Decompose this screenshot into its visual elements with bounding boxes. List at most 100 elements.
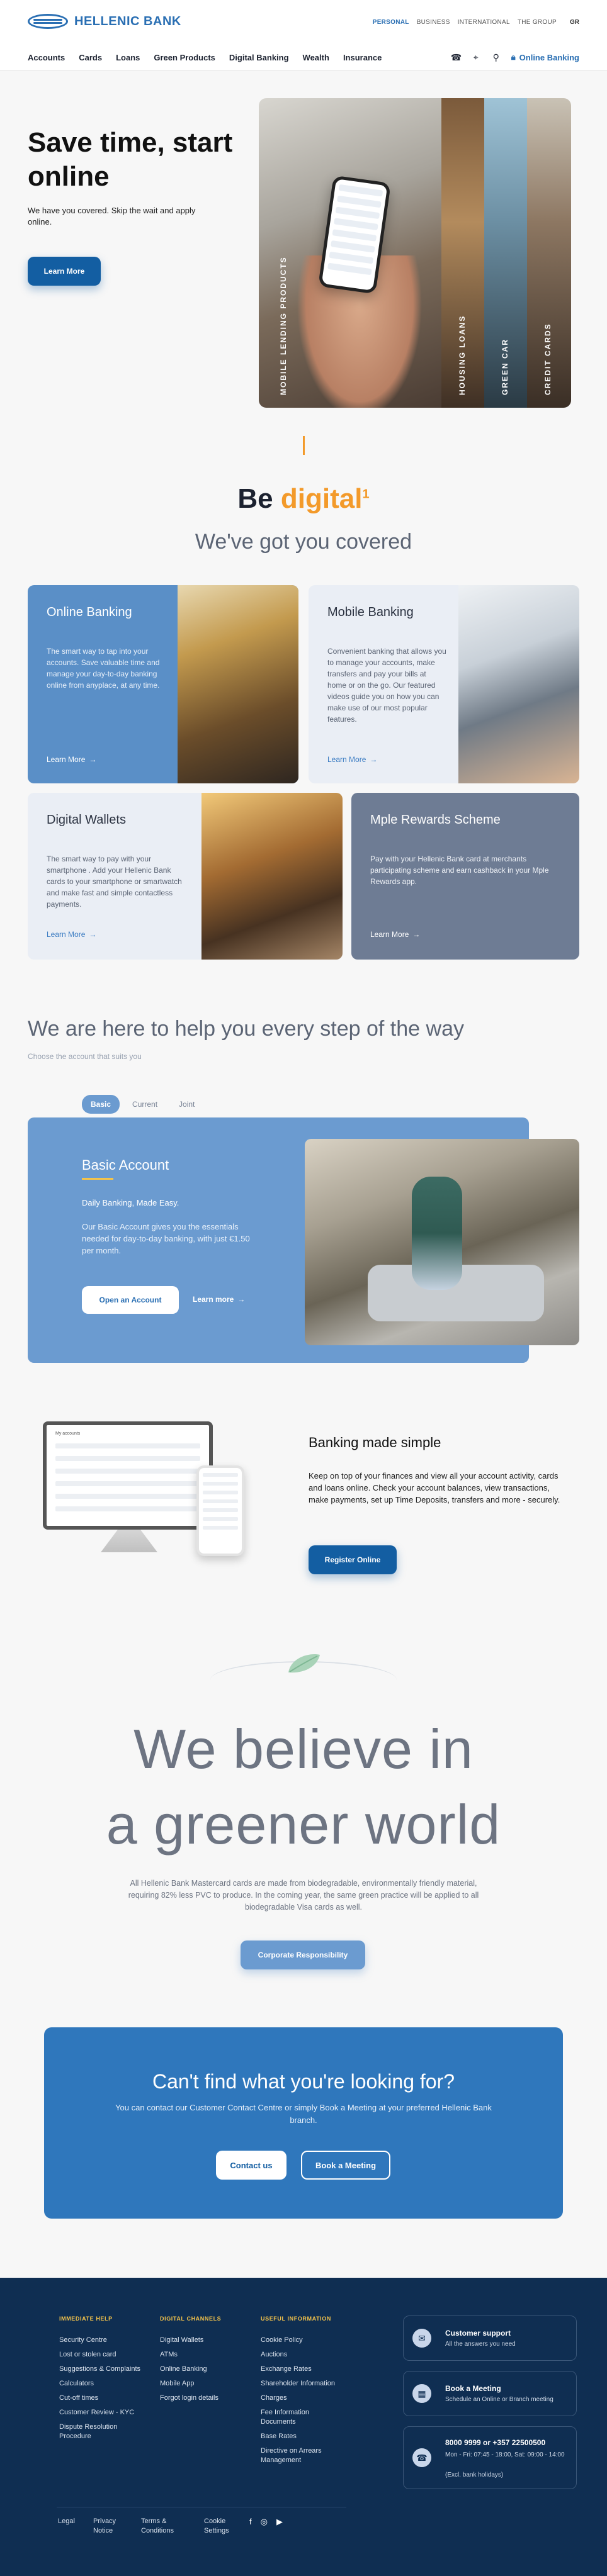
card-learn-more-link[interactable]: Learn More → [370, 930, 420, 939]
footer-link[interactable]: Dispute Resolution Procedure [59, 2422, 128, 2441]
footer-link[interactable]: Directive on Arrears Management [261, 2446, 330, 2465]
location-pin-icon[interactable]: ⌖ [471, 52, 481, 62]
card-title: Mple Rewards Scheme [370, 813, 501, 827]
logo-mark-icon [28, 14, 68, 29]
card-description: The smart way to tap into your accounts.… [47, 647, 160, 690]
card-learn-more-link[interactable]: Learn More → [47, 755, 96, 764]
terms-link[interactable]: Terms & Conditions [141, 2517, 185, 2536]
footer-link[interactable]: Mobile App [160, 2379, 254, 2388]
leaf-icon [288, 1654, 320, 1673]
open-account-button[interactable]: Open an Account [82, 1286, 179, 1314]
divider-accent [303, 436, 305, 455]
card-description: Convenient banking that allows you to ma… [327, 647, 446, 724]
footer-link[interactable]: Cookie Policy [261, 2336, 355, 2345]
footer-link[interactable]: Lost or stolen card [59, 2350, 154, 2360]
nav-cards[interactable]: Cards [79, 53, 102, 62]
page: HELLENIC BANK PERSONAL BUSINESS INTERNAT… [0, 0, 607, 2576]
social-links: f ◎ ▶ [249, 2517, 283, 2527]
footer-link[interactable]: Digital Wallets [160, 2336, 254, 2345]
footer-link[interactable]: Exchange Rates [261, 2365, 355, 2374]
card-mobile-banking[interactable]: Mobile Banking Convenient banking that a… [309, 585, 579, 783]
panel-label: HOUSING LOANS [458, 315, 467, 395]
language-switch[interactable]: GR [570, 19, 579, 26]
calendar-icon: ▦ [412, 2384, 431, 2403]
footer-link[interactable]: Calculators [59, 2379, 154, 2388]
nav-insurance[interactable]: Insurance [343, 53, 382, 62]
footer-link[interactable]: Forgot login details [160, 2394, 254, 2403]
green-section-title: We believe in a greener world [0, 1711, 607, 1862]
nav-green-products[interactable]: Green Products [154, 53, 215, 62]
youtube-icon[interactable]: ▶ [276, 2517, 283, 2527]
nav-accounts[interactable]: Accounts [28, 53, 65, 62]
instagram-icon[interactable]: ◎ [261, 2517, 268, 2527]
legal-link[interactable]: Legal [58, 2517, 75, 2536]
banking-simple-title: Banking made simple [309, 1435, 441, 1450]
footer-link[interactable]: Auctions [261, 2350, 355, 2360]
footer-link[interactable]: Online Banking [160, 2365, 254, 2374]
brand-name: HELLENIC BANK [74, 14, 181, 28]
woman-laptop-image [178, 585, 298, 783]
facebook-icon[interactable]: f [249, 2517, 252, 2527]
footer-link[interactable]: ATMs [160, 2350, 254, 2360]
card-digital-wallets[interactable]: Digital Wallets The smart way to pay wit… [28, 793, 343, 960]
segment-business[interactable]: BUSINESS [417, 19, 450, 26]
hero-learn-more-button[interactable]: Learn More [28, 257, 101, 286]
footer-link[interactable]: Suggestions & Complaints [59, 2365, 154, 2374]
footer-link[interactable]: Fee Information Documents [261, 2408, 324, 2427]
card-online-banking[interactable]: Online Banking The smart way to tap into… [28, 585, 298, 783]
logo[interactable]: HELLENIC BANK [28, 14, 181, 29]
footer-link[interactable]: Base Rates [261, 2432, 355, 2441]
search-icon[interactable]: ⚲ [491, 52, 501, 62]
nav-loans[interactable]: Loans [116, 53, 140, 62]
woman-living-room-image [305, 1139, 579, 1345]
top-bar: HELLENIC BANK PERSONAL BUSINESS INTERNAT… [0, 0, 607, 44]
phone-note: (Excl. bank holidays) [445, 2472, 504, 2478]
segment-personal[interactable]: PERSONAL [373, 19, 409, 26]
footer-link[interactable]: Customer Review - KYC [59, 2408, 154, 2417]
arrow-right-icon: → [89, 755, 97, 764]
panel-credit-cards[interactable]: CREDIT CARDS [527, 98, 571, 408]
man-card-image [458, 585, 579, 783]
help-section-subtitle: Choose the account that suits you [28, 1052, 142, 1061]
card-mple-rewards[interactable]: Mple Rewards Scheme Pay with your Hellen… [351, 793, 579, 960]
customer-support-title: Customer support [445, 2329, 511, 2338]
segment-group[interactable]: THE GROUP [518, 19, 557, 26]
customer-support-card[interactable]: ✉ Customer support All the answers you n… [403, 2316, 577, 2361]
tab-joint[interactable]: Joint [170, 1095, 203, 1114]
footer-link[interactable]: Shareholder Information [261, 2379, 355, 2388]
panel-housing-loans[interactable]: HOUSING LOANS [441, 98, 484, 408]
panel-label: MOBILE LENDING PRODUCTS [279, 256, 288, 395]
card-learn-more-link[interactable]: Learn More → [327, 755, 377, 764]
privacy-notice-link[interactable]: Privacy Notice [93, 2517, 122, 2536]
book-meeting-button[interactable]: Book a Meeting [301, 2151, 390, 2180]
mobile-screen-image [196, 1465, 244, 1556]
footer-link[interactable]: Cut-off times [59, 2394, 154, 2403]
panel-green-car[interactable]: GREEN CAR [484, 98, 527, 408]
footer-link[interactable]: Security Centre [59, 2336, 154, 2345]
tab-basic[interactable]: Basic [82, 1095, 120, 1114]
cookie-settings-link[interactable]: Cookie Settings [204, 2517, 233, 2536]
account-learn-more-link[interactable]: Learn more → [193, 1295, 245, 1304]
footer-col-digital-channels: DIGITAL CHANNELS Digital Wallets ATMs On… [160, 2316, 254, 2408]
cta-title: Can't find what you're looking for? [152, 2070, 455, 2093]
book-meeting-subtitle: Schedule an Online or Branch meeting [445, 2396, 553, 2403]
corporate-responsibility-button[interactable]: Corporate Responsibility [241, 1940, 365, 1969]
book-meeting-card[interactable]: ▦ Book a Meeting Schedule an Online or B… [403, 2371, 577, 2416]
online-banking-button[interactable]: 🔒︎ Online Banking [511, 52, 579, 62]
nav-digital-banking[interactable]: Digital Banking [229, 53, 289, 62]
tab-current[interactable]: Current [123, 1095, 166, 1114]
footer-link[interactable]: Charges [261, 2394, 355, 2403]
phone-icon[interactable]: ☎ [451, 52, 462, 62]
arrow-right-icon: → [370, 755, 378, 764]
phone-hours: Mon - Fri: 07:45 - 18:00, Sat: 09:00 - 1… [445, 2451, 565, 2458]
segment-international[interactable]: INTERNATIONAL [458, 19, 510, 26]
panel-mobile-lending[interactable]: MOBILE LENDING PRODUCTS [259, 98, 441, 408]
nav-wealth[interactable]: Wealth [303, 53, 329, 62]
phone-contact-card[interactable]: ☎ 8000 9999 or +357 22500500 Mon - Fri: … [403, 2426, 577, 2489]
phone-number: 8000 9999 or +357 22500500 [445, 2438, 546, 2447]
account-tabs: Basic Current Joint [82, 1095, 203, 1114]
card-learn-more-link[interactable]: Learn More → [47, 930, 96, 939]
arrow-right-icon: → [412, 930, 421, 939]
contact-us-button[interactable]: Contact us [216, 2151, 286, 2180]
register-online-button[interactable]: Register Online [309, 1545, 397, 1574]
